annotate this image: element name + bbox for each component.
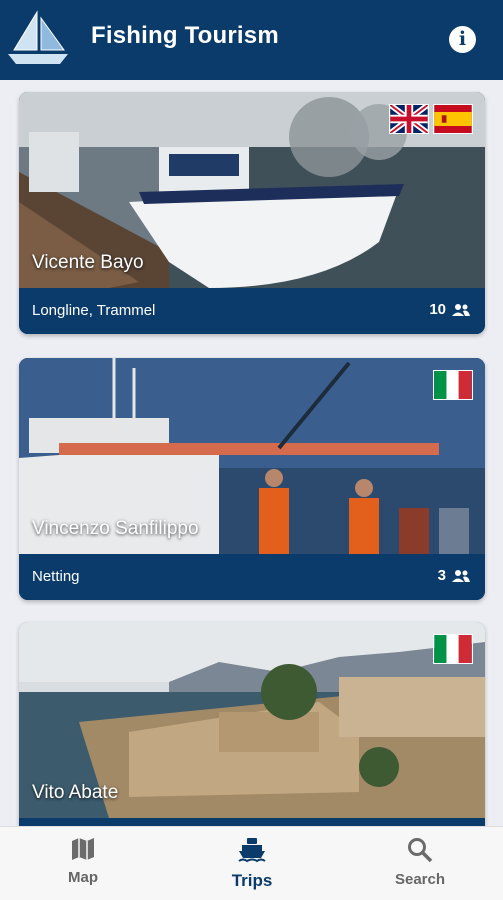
trip-name: Vincenzo Sanfilippo (32, 518, 199, 539)
sailboat-logo-icon (8, 10, 68, 64)
language-flags (389, 104, 473, 134)
trip-name: Vicente Bayo (32, 252, 144, 273)
search-icon (408, 838, 433, 863)
bottom-nav: Map Trips Search (0, 826, 503, 900)
italy-flag-icon (433, 634, 473, 664)
trip-footer: Longline, Trammel 10 (19, 288, 485, 334)
trip-card[interactable]: Vicente Bayo Longline, Trammel 10 (19, 92, 485, 334)
capacity: 10 (429, 301, 471, 318)
trip-footer: Netting 3 (19, 554, 485, 600)
trip-card[interactable]: Vito Abate (19, 622, 485, 826)
capacity-count: 10 (429, 301, 446, 318)
fishing-gear: Longline, Trammel (32, 302, 156, 319)
nav-item-trips[interactable]: Trips (192, 837, 312, 891)
spain-flag-icon (433, 104, 473, 134)
nav-label-search: Search (394, 871, 446, 888)
people-icon (452, 303, 470, 316)
trip-footer (19, 818, 485, 826)
fishing-gear: Netting (32, 568, 80, 585)
info-icon[interactable]: i (449, 26, 476, 53)
language-flags (433, 634, 473, 664)
nav-item-search[interactable]: Search (360, 837, 480, 888)
people-icon (452, 569, 470, 582)
trip-list[interactable]: Vicente Bayo Longline, Trammel 10 Vincen… (0, 80, 503, 826)
nav-label-map: Map (68, 869, 98, 886)
trip-card[interactable]: Vincenzo Sanfilippo Netting 3 (19, 358, 485, 600)
app-bar: Fishing Tourism i (0, 0, 503, 80)
trip-name: Vito Abate (32, 782, 119, 803)
boat-icon (238, 838, 266, 863)
uk-flag-icon (389, 104, 429, 134)
app-title: Fishing Tourism (91, 22, 279, 49)
nav-item-map[interactable]: Map (23, 837, 143, 886)
nav-label-trips: Trips (231, 871, 273, 890)
map-icon (72, 838, 94, 860)
capacity-count: 3 (437, 567, 446, 584)
italy-flag-icon (433, 370, 473, 400)
language-flags (433, 370, 473, 400)
capacity: 3 (438, 567, 471, 584)
